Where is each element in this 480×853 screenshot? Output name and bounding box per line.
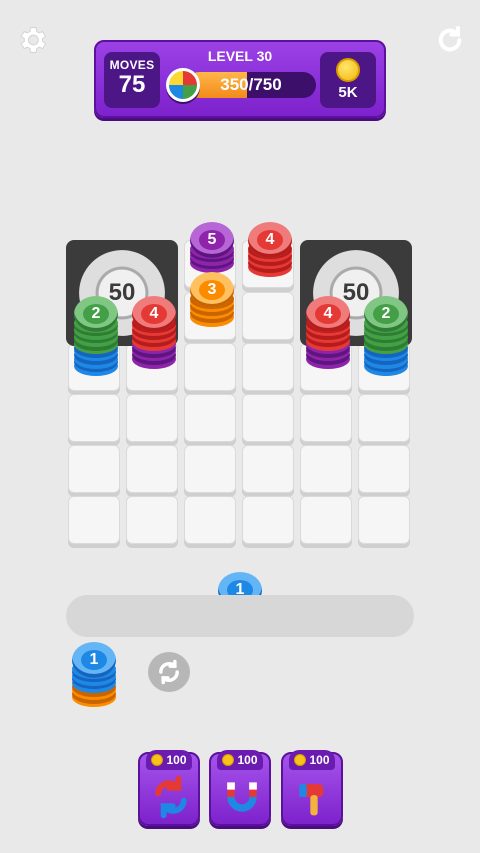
coin-icon xyxy=(151,754,164,766)
coin-icon xyxy=(222,754,235,766)
stack-purple-5[interactable]: 5 xyxy=(190,222,234,276)
board-tile[interactable] xyxy=(126,394,178,442)
board-tile[interactable] xyxy=(184,343,236,391)
board-tile[interactable] xyxy=(242,496,294,544)
stack-orange-3[interactable]: 3 xyxy=(190,272,234,330)
board-tile[interactable] xyxy=(242,445,294,493)
booster-price-value: 100 xyxy=(237,753,258,767)
board-tile[interactable] xyxy=(242,343,294,391)
level-progress-bar: 350/750 xyxy=(186,72,316,98)
stack-red-4-top[interactable]: 4 xyxy=(248,222,292,280)
board-tile[interactable] xyxy=(126,445,178,493)
booster-price: 100 xyxy=(146,750,192,770)
stack-tray xyxy=(66,595,414,637)
stack-count-label: 2 xyxy=(373,304,399,324)
stack-ball-icon xyxy=(166,68,200,102)
stack-top-chip: 3 xyxy=(190,272,234,308)
stack-count-label: 5 xyxy=(199,230,225,250)
booster-price-value: 100 xyxy=(166,753,187,767)
booster-price: 100 xyxy=(217,750,263,770)
booster-price: 100 xyxy=(289,750,335,770)
booster-magnet-button[interactable]: 100 xyxy=(209,750,271,826)
coin-value: 5K xyxy=(338,84,358,101)
booster-shuffle-button[interactable]: 100 xyxy=(138,750,200,826)
stack-count-label: 4 xyxy=(257,230,283,250)
booster-price-value: 100 xyxy=(309,753,330,767)
coin-icon xyxy=(294,754,307,766)
stack-red-4[interactable]: 4 xyxy=(132,296,176,372)
board-tile[interactable] xyxy=(300,496,352,544)
board-tile[interactable] xyxy=(184,394,236,442)
board-tile[interactable] xyxy=(242,292,294,340)
refresh-stack-button[interactable] xyxy=(148,652,190,692)
coin-balance[interactable]: 5K xyxy=(320,52,376,108)
stack-top-chip: 2 xyxy=(364,296,408,332)
stack-top-chip: 4 xyxy=(248,222,292,258)
board-tile[interactable] xyxy=(242,394,294,442)
refresh-icon xyxy=(159,659,179,685)
stack-red-4-right[interactable]: 4 xyxy=(306,296,350,372)
board-tile[interactable] xyxy=(300,394,352,442)
stack-count-label: 4 xyxy=(315,304,341,324)
hammer-icon xyxy=(289,772,339,822)
board-tile[interactable] xyxy=(68,496,120,544)
next-stack-blue-1[interactable]: 1 xyxy=(72,642,116,710)
stack-count-label: 4 xyxy=(141,304,167,324)
stack-top-chip: 5 xyxy=(190,222,234,258)
board-tile[interactable] xyxy=(358,394,410,442)
stack-top-chip: 2 xyxy=(74,296,118,332)
stack-top-chip: 4 xyxy=(132,296,176,332)
board-tile[interactable] xyxy=(358,445,410,493)
board-tile[interactable] xyxy=(126,496,178,544)
magnet-icon xyxy=(217,772,267,822)
progress-text: 350/750 xyxy=(220,75,282,94)
board-tile[interactable] xyxy=(184,445,236,493)
stack-count-label: 1 xyxy=(81,650,107,670)
stack-top-chip: 1 xyxy=(72,642,116,678)
stack-green-2-right[interactable]: 2 xyxy=(364,296,408,379)
stack-count-label: 3 xyxy=(199,280,225,300)
board-tile[interactable] xyxy=(184,496,236,544)
booster-hammer-button[interactable]: 100 xyxy=(281,750,343,826)
restart-icon[interactable] xyxy=(432,22,468,58)
level-hud: MOVES 75 LEVEL 30 350/750 5K xyxy=(94,40,386,118)
shuffle-icon xyxy=(146,772,196,822)
settings-gear-icon[interactable] xyxy=(14,22,50,58)
moves-value: 75 xyxy=(118,71,146,98)
board-tile[interactable] xyxy=(300,445,352,493)
board-tile[interactable] xyxy=(68,445,120,493)
board-tile[interactable] xyxy=(358,496,410,544)
coin-icon xyxy=(336,58,360,82)
stack-count-label: 2 xyxy=(83,304,109,324)
stack-top-chip: 4 xyxy=(306,296,350,332)
stack-green-2[interactable]: 2 xyxy=(74,296,118,379)
board-tile[interactable] xyxy=(68,394,120,442)
